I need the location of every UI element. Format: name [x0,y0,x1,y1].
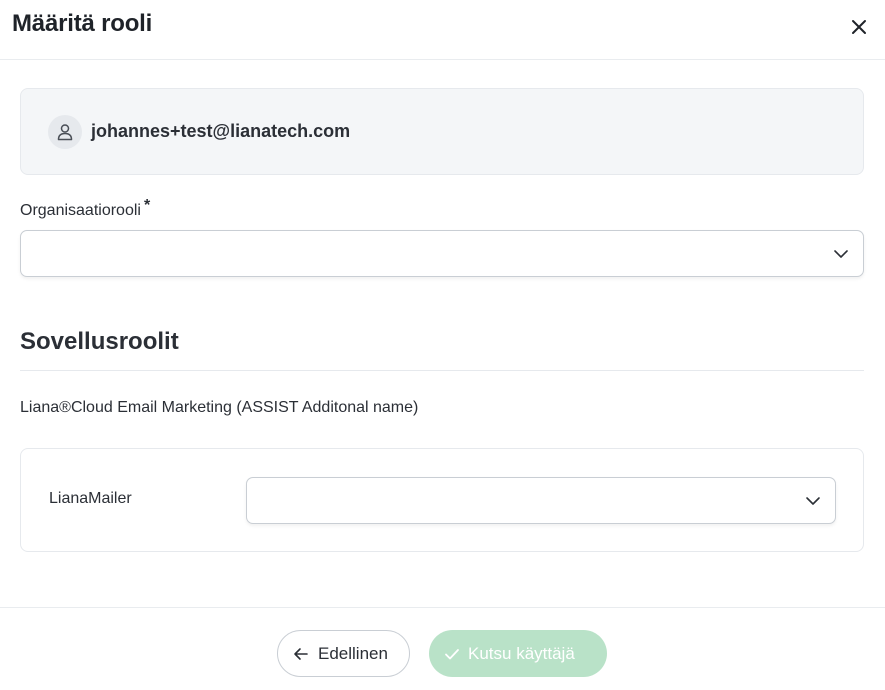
invite-user-button[interactable]: Kutsu käyttäjä [429,630,607,677]
chevron-down-icon [833,246,849,262]
close-button[interactable] [846,14,872,40]
application-name: Liana®Cloud Email Marketing (ASSIST Addi… [20,399,419,416]
arrow-left-icon [292,645,310,663]
application-role-card: LianaMailer [20,448,864,552]
user-card: johannes+test@lianatech.com [20,88,864,175]
user-email: johannes+test@lianatech.com [91,121,351,141]
user-icon [48,115,82,149]
modal-footer: Edellinen Kutsu käyttäjä [0,607,885,690]
back-button-label: Edellinen [318,643,388,663]
invite-user-button-label: Kutsu käyttäjä [468,643,575,663]
close-icon [851,19,867,35]
back-button[interactable]: Edellinen [277,630,410,677]
organization-role-label-text: Organisaatiorooli [20,202,141,219]
required-mark: * [143,197,151,214]
modal-header: Määritä rooli [0,0,885,60]
application-role-label: LianaMailer [49,490,132,507]
organization-role-select[interactable] [20,230,864,277]
modal-title: Määritä rooli [12,10,153,37]
section-title: Sovellusroolit [20,328,179,355]
chevron-down-icon [805,493,821,509]
organization-role-label: Organisaatiorooli * [20,197,150,220]
application-role-select[interactable] [246,477,836,524]
section-divider [20,370,864,371]
check-icon [444,646,460,662]
